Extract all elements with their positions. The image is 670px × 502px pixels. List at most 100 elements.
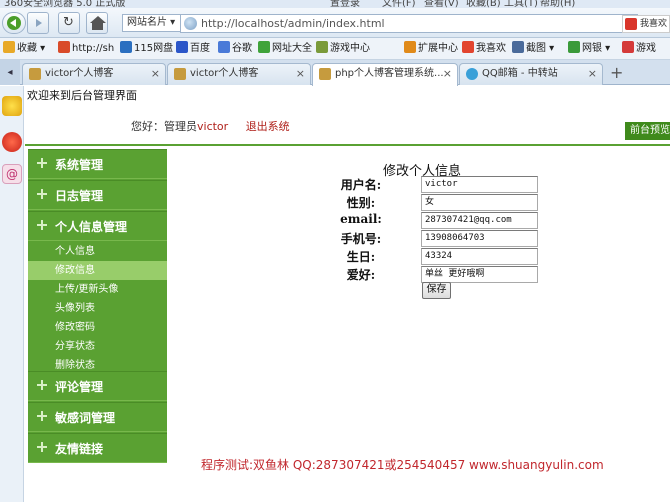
- menu-login[interactable]: 置登录: [330, 0, 360, 8]
- favorite-item[interactable]: 我喜欢: [462, 41, 506, 57]
- menu-system[interactable]: 系统管理: [28, 149, 167, 179]
- favorites-bar: 收藏 ▾ http://sh 115网盘 百度 谷歌 网址大全 游戏中心 扩展中…: [0, 38, 670, 60]
- favorite-item[interactable]: 游戏: [622, 41, 656, 57]
- home-button[interactable]: [86, 12, 108, 34]
- site-icon: [120, 41, 132, 53]
- front-preview-button[interactable]: 前台预览: [625, 122, 670, 140]
- extension-icon: [404, 41, 416, 53]
- logout-link[interactable]: 退出系统: [246, 120, 290, 133]
- browser-tab-active[interactable]: php个人博客管理系统... ×: [312, 63, 458, 86]
- menu-file[interactable]: 文件(F): [382, 0, 416, 8]
- new-tab-icon[interactable]: +: [610, 63, 623, 82]
- site-icon: [258, 41, 270, 53]
- heart-icon: [625, 18, 637, 30]
- menu-sensitive-words[interactable]: 敏感词管理: [28, 402, 167, 432]
- greeting-text: 您好：管理员: [131, 120, 197, 133]
- submenu-change-password[interactable]: 修改密码: [28, 318, 167, 337]
- page-icon: [319, 68, 331, 80]
- user-info: 您好：管理员victor 退出系统: [131, 118, 290, 134]
- admin-menu: 系统管理 日志管理 个人信息管理 个人信息 修改信息 上传/更新头像 头像列表 …: [28, 149, 167, 463]
- menu-personal-info[interactable]: 个人信息管理: [28, 211, 167, 241]
- username-input[interactable]: victor: [421, 176, 538, 193]
- menu-label: 日志管理: [55, 189, 104, 203]
- site-card-dropdown[interactable]: 网站名片 ▾: [122, 14, 182, 32]
- gamepad-icon: [622, 41, 634, 53]
- submenu-edit-info[interactable]: 修改信息: [28, 261, 167, 280]
- menu-favorites[interactable]: 收藏(B): [466, 0, 501, 8]
- favorite-item[interactable]: 网银 ▾: [568, 41, 610, 57]
- gender-input[interactable]: 女: [421, 194, 538, 211]
- favorite-label: 网银: [582, 43, 602, 54]
- menu-friend-links[interactable]: 友情链接: [28, 433, 167, 463]
- favorites-star-icon[interactable]: [2, 96, 22, 116]
- favorite-item[interactable]: 游戏中心: [316, 41, 370, 57]
- scissors-icon: [512, 41, 524, 53]
- email-input[interactable]: 287307421@qq.com: [421, 212, 538, 229]
- favorite-label: 谷歌: [232, 43, 252, 54]
- paw-icon: [176, 41, 188, 53]
- favorite-item[interactable]: 115网盘: [120, 41, 173, 57]
- menu-label: 敏感词管理: [55, 411, 116, 425]
- menu-help[interactable]: 帮助(H): [540, 0, 575, 8]
- window-title: 360安全浏览器 5.0 正式版: [4, 0, 126, 8]
- page-content: 欢迎来到后台管理界面 您好：管理员victor 退出系统 前台预览 系统管理 日…: [25, 86, 670, 502]
- menu-label: 个人信息管理: [55, 220, 128, 234]
- plus-icon: [37, 380, 47, 390]
- label-username: 用户名:: [340, 178, 382, 192]
- favorite-item[interactable]: 谷歌: [218, 41, 252, 57]
- plus-icon: [37, 220, 47, 230]
- favorite-label: 百度: [190, 43, 210, 54]
- browser-tab[interactable]: victor个人博客 ×: [167, 63, 311, 85]
- favorite-label: 扩展中心: [418, 43, 458, 54]
- birthday-input[interactable]: 43324: [421, 248, 538, 265]
- submenu-avatar-list[interactable]: 头像列表: [28, 299, 167, 318]
- phone-input[interactable]: 13908064703: [421, 230, 538, 247]
- menu-view[interactable]: 查看(V): [424, 0, 459, 8]
- plus-icon: [37, 411, 47, 421]
- menu-tools[interactable]: 工具(T): [504, 0, 538, 8]
- back-button[interactable]: [2, 12, 26, 34]
- sidebar-toggle-icon[interactable]: ◂: [0, 60, 20, 85]
- menu-logs[interactable]: 日志管理: [28, 180, 167, 210]
- tab-label: victor个人博客: [190, 68, 259, 79]
- browser-tab[interactable]: victor个人博客 ×: [22, 63, 166, 85]
- welcome-text: 欢迎来到后台管理界面: [27, 89, 137, 102]
- favorite-label: 115网盘: [134, 43, 174, 54]
- address-url: http://localhost/admin/index.html: [201, 17, 385, 30]
- label-birthday: 生日:: [346, 250, 376, 264]
- bank-icon: [568, 41, 580, 53]
- hobby-input[interactable]: 单丝 更好哦啊: [421, 266, 538, 283]
- favorite-item[interactable]: 百度: [176, 41, 210, 57]
- label-hobby: 爱好:: [346, 268, 376, 282]
- weibo-icon[interactable]: [2, 132, 22, 152]
- browser-tab[interactable]: QQ邮箱 - 中转站 ×: [459, 63, 603, 85]
- page-icon: [174, 68, 186, 80]
- favorite-label: http://sh: [72, 43, 115, 54]
- forward-button[interactable]: [27, 12, 49, 34]
- navigation-bar: 网站名片 ▾ http://localhost/admin/index.html…: [0, 8, 670, 38]
- menu-label: 评论管理: [55, 380, 104, 394]
- favorite-item[interactable]: 扩展中心: [404, 41, 458, 57]
- submenu-personal-info[interactable]: 个人信息: [28, 242, 167, 261]
- favorite-item[interactable]: 截图 ▾: [512, 41, 554, 57]
- my-favorite-button[interactable]: 我喜欢: [622, 15, 670, 33]
- favorite-label: 截图: [526, 43, 546, 54]
- favorite-item[interactable]: http://sh: [58, 41, 114, 57]
- heart-icon: [462, 41, 474, 53]
- browser-sidebar: @: [0, 86, 24, 502]
- close-icon[interactable]: ×: [151, 64, 160, 84]
- label-gender: 性别:: [346, 196, 376, 210]
- close-icon[interactable]: ×: [588, 64, 597, 84]
- close-icon[interactable]: ×: [296, 64, 305, 84]
- favorite-item[interactable]: 收藏 ▾: [3, 41, 45, 57]
- menu-comments[interactable]: 评论管理: [28, 371, 167, 401]
- refresh-button[interactable]: [58, 12, 80, 34]
- submenu-share-status[interactable]: 分享状态: [28, 337, 167, 356]
- back-arrow-icon: [7, 16, 21, 30]
- mail-at-icon[interactable]: @: [2, 164, 22, 184]
- favorite-item[interactable]: 网址大全: [258, 41, 312, 57]
- save-button[interactable]: 保存: [422, 282, 451, 299]
- submenu-upload-avatar[interactable]: 上传/更新头像: [28, 280, 167, 299]
- close-icon[interactable]: ×: [443, 64, 452, 84]
- address-bar[interactable]: http://localhost/admin/index.html ▾: [180, 14, 638, 33]
